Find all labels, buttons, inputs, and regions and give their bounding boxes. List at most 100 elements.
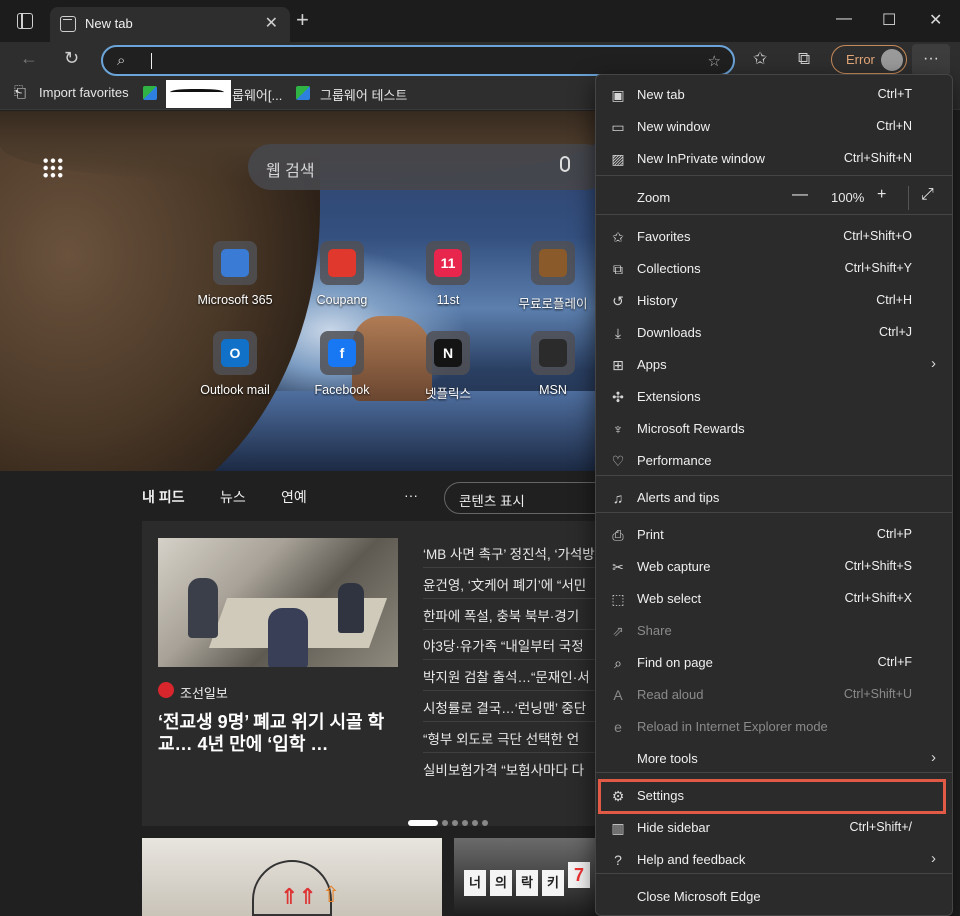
quick-link-3[interactable]: 11 11st	[393, 241, 503, 307]
favorites-icon[interactable]: ✩	[753, 49, 767, 69]
news-headline[interactable]: ‘전교생 9명’ 폐교 위기 시골 학교… 4년 만에 ‘입학 …	[158, 711, 398, 755]
quick-link-icon: O	[213, 331, 257, 375]
tab-my-feed[interactable]: 내 피드	[142, 487, 185, 507]
quick-link-1[interactable]: Microsoft 365	[180, 241, 290, 307]
tab-news[interactable]: 뉴스	[220, 487, 246, 507]
menu-item-favorites[interactable]: ✩ Favorites Ctrl+Shift+O	[596, 221, 952, 253]
menu-item-share: ⇗ Share	[596, 615, 952, 647]
news-image[interactable]	[158, 538, 398, 667]
error-label: Error	[846, 52, 875, 67]
list-item[interactable]: 실비보험가격 “보험사마다 다	[423, 759, 603, 779]
menu-item-history[interactable]: ↺ History Ctrl+H	[596, 285, 952, 317]
quick-link-icon: f	[320, 331, 364, 375]
menu-item-label: Help and feedback	[637, 852, 746, 867]
menu-item-microsoft-rewards[interactable]: ♆ Microsoft Rewards	[596, 413, 952, 445]
quick-link-6[interactable]: f Facebook	[287, 331, 397, 397]
share-icon: ⇗	[612, 623, 624, 639]
tab-new-tab[interactable]: New tab ✕	[50, 7, 290, 42]
menu-item-help-and-feedback[interactable]: ? Help and feedback ›	[596, 844, 952, 876]
profile-error-button[interactable]: Error	[831, 45, 907, 74]
back-button[interactable]: ←	[20, 48, 38, 69]
menu-item-hide-sidebar[interactable]: ▥ Hide sidebar Ctrl+Shift+/	[596, 812, 952, 844]
divider	[908, 186, 909, 210]
favorite-groupware-test[interactable]: 그룹웨어 테스트	[320, 85, 407, 104]
favorites-icon: ✩	[612, 229, 624, 245]
menu-item-reload-in-internet-explorer-mode: e Reload in Internet Explorer mode	[596, 711, 952, 743]
maximize-button[interactable]: ☐	[882, 10, 896, 30]
news-carousel-card[interactable]: 조선일보 ‘전교생 9명’ 폐교 위기 시골 학교… 4년 만에 ‘입학 … ‘…	[142, 521, 602, 826]
tab-close-icon[interactable]: ✕	[265, 13, 278, 33]
list-item[interactable]: 박지원 검찰 출석…“문재인·서	[423, 666, 603, 686]
quick-link-5[interactable]: O Outlook mail	[180, 331, 290, 397]
list-item[interactable]: 야3당·유가족 “내일부터 국정	[423, 635, 603, 655]
new-tab-button[interactable]: +	[296, 9, 309, 31]
quick-link-8[interactable]: MSN	[498, 331, 600, 397]
avatar	[881, 49, 903, 71]
add-favorite-icon[interactable]: ☆	[708, 52, 721, 70]
quick-link-4[interactable]: 무료로플레이	[498, 241, 600, 312]
web-search-box[interactable]: 웹 검색	[248, 144, 600, 190]
app-launcher-icon[interactable]	[42, 157, 64, 179]
menu-item-new-tab[interactable]: ▣ New tab Ctrl+T	[596, 79, 952, 111]
list-item[interactable]: 시청률로 결국…‘런닝맨’ 중단	[423, 697, 603, 717]
menu-item-web-select[interactable]: ⬚ Web select Ctrl+Shift+X	[596, 583, 952, 615]
menu-item-extensions[interactable]: ✣ Extensions	[596, 381, 952, 413]
list-item[interactable]: ‘MB 사면 촉구’ 정진석, ‘가석방’	[423, 543, 603, 563]
menu-item-label: Collections	[637, 261, 701, 276]
settings-and-more-button[interactable]: ···	[912, 44, 950, 76]
quick-link-7[interactable]: N 넷플릭스	[393, 331, 503, 402]
menu-item-label: History	[637, 293, 678, 308]
news-card-image[interactable]: ⇑⇑ ⇧	[142, 838, 442, 916]
favorite-import[interactable]: Import favorites	[39, 85, 129, 100]
menu-item-shortcut: Ctrl+Shift+Y	[844, 261, 912, 275]
menu-item-print[interactable]: ⎙ Print Ctrl+P	[596, 519, 952, 551]
groupware-icon	[143, 86, 157, 100]
quick-link-icon	[213, 241, 257, 285]
menu-item-more-tools[interactable]: More tools ›	[596, 743, 952, 775]
menu-item-alerts-and-tips[interactable]: ♫ Alerts and tips	[596, 482, 952, 514]
menu-item-shortcut: Ctrl+F	[877, 655, 912, 669]
menu-item-zoom[interactable]: Zoom — 100% + ⤢	[596, 182, 952, 214]
close-window-button[interactable]: ✕	[929, 10, 942, 30]
content-display-button[interactable]: 콘텐츠 표시	[444, 482, 614, 514]
quick-link-2[interactable]: Coupang	[287, 241, 397, 307]
fullscreen-icon[interactable]: ⤢	[921, 186, 934, 204]
menu-item-shortcut: Ctrl+Shift+/	[849, 820, 912, 834]
list-item[interactable]: 윤건영, ‘文케어 폐기’에 “서민	[423, 574, 603, 594]
menu-item-downloads[interactable]: ⤓ Downloads Ctrl+J	[596, 317, 952, 349]
minimize-button[interactable]: —	[836, 10, 852, 28]
zoom-in-button[interactable]: +	[877, 186, 886, 204]
favorite-groupware[interactable]: 룹웨어[...	[232, 85, 282, 104]
quick-link-icon	[320, 241, 364, 285]
address-bar[interactable]: ⌕ ☆	[101, 45, 735, 76]
more-tabs-button[interactable]: ···	[404, 487, 418, 503]
menu-item-new-window[interactable]: ▭ New window Ctrl+N	[596, 111, 952, 143]
refresh-button[interactable]: ↻	[64, 48, 79, 69]
settings-and-more-menu: ▣ New tab Ctrl+T ▭ New window Ctrl+N ▨ New InPr…	[595, 74, 953, 916]
microphone-icon[interactable]	[560, 156, 570, 172]
tab-entertainment[interactable]: 연예	[281, 487, 307, 507]
zoom-out-button[interactable]: —	[792, 186, 808, 204]
list-item[interactable]: “형부 외도로 극단 선택한 언	[423, 728, 603, 748]
collections-icon[interactable]: ⧉	[798, 49, 810, 69]
workspaces-icon[interactable]	[17, 13, 33, 29]
chevron-right-icon: ›	[931, 850, 936, 867]
web-capture-icon: ✂	[612, 559, 624, 575]
menu-item-find-on-page[interactable]: ⌕ Find on page Ctrl+F	[596, 647, 952, 679]
rewards-icon: ♆	[612, 421, 624, 437]
quick-link-icon: N	[426, 331, 470, 375]
menu-item-shortcut: Ctrl+H	[876, 293, 912, 307]
menu-item-close-microsoft-edge[interactable]: Close Microsoft Edge	[596, 881, 952, 913]
divider	[423, 751, 602, 753]
feed-nav: 내 피드 뉴스 연예 ··· 콘텐츠 표시	[0, 471, 614, 521]
news-card-protest[interactable]: 너 의 락 키 7	[454, 838, 600, 916]
web-search-placeholder: 웹 검색	[266, 163, 315, 180]
carousel-dots[interactable]	[408, 813, 492, 826]
menu-item-web-capture[interactable]: ✂ Web capture Ctrl+Shift+S	[596, 551, 952, 583]
list-item[interactable]: 한파에 폭설, 충북 북부·경기	[423, 605, 603, 625]
menu-item-performance[interactable]: ♡ Performance	[596, 445, 952, 477]
menu-item-collections[interactable]: ⧉ Collections Ctrl+Shift+Y	[596, 253, 952, 285]
divider	[423, 628, 602, 630]
menu-item-new-inprivate-window[interactable]: ▨ New InPrivate window Ctrl+Shift+N	[596, 143, 952, 175]
menu-item-apps[interactable]: ⊞ Apps ›	[596, 349, 952, 381]
